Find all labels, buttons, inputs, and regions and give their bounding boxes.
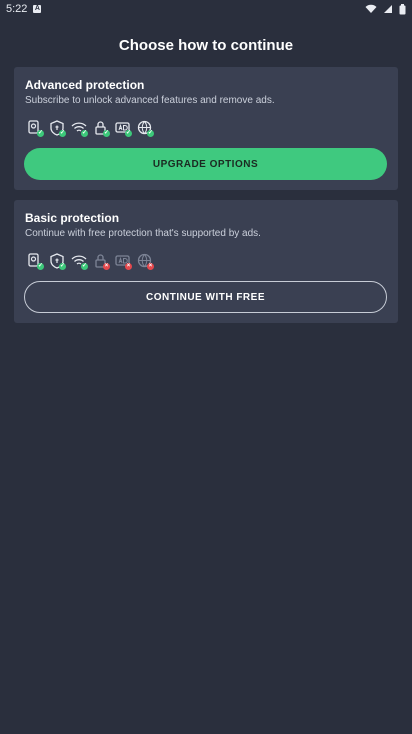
shield-icon: ✓ bbox=[48, 252, 66, 270]
disabled-x-icon: × bbox=[125, 263, 132, 270]
disabled-x-icon: × bbox=[103, 263, 110, 270]
status-time: 5:22 bbox=[6, 3, 28, 15]
enabled-check-icon: ✓ bbox=[103, 130, 110, 137]
enabled-check-icon: ✓ bbox=[147, 130, 154, 137]
basic-protection-title: Basic protection bbox=[25, 211, 120, 225]
web-shield-icon: × bbox=[136, 252, 154, 270]
page-title: Choose how to continue bbox=[118, 37, 294, 54]
basic-protection-card: Basic protection Continue with free prot… bbox=[14, 200, 398, 323]
app-icon: A bbox=[33, 5, 42, 13]
advanced-protection-card: Advanced protection Subscribe to unlock … bbox=[14, 67, 398, 190]
lock-icon: × bbox=[92, 252, 110, 270]
lock-icon: ✓ bbox=[92, 119, 110, 137]
enabled-check-icon: ✓ bbox=[125, 130, 132, 137]
wifi-security-icon: ✓ bbox=[70, 252, 88, 270]
wifi-icon bbox=[365, 4, 377, 13]
scan-icon: ✓ bbox=[26, 119, 44, 137]
upgrade-options-button[interactable]: UPGRADE OPTIONS bbox=[24, 148, 387, 180]
advanced-protection-title: Advanced protection bbox=[25, 78, 145, 92]
status-right bbox=[365, 3, 406, 15]
enabled-check-icon: ✓ bbox=[59, 263, 66, 270]
status-left: 5:22 A bbox=[6, 3, 42, 15]
status-bar: 5:22 A bbox=[0, 0, 412, 18]
enabled-check-icon: ✓ bbox=[59, 130, 66, 137]
battery-icon bbox=[399, 3, 406, 14]
ad-block-icon: × bbox=[114, 252, 132, 270]
basic-feature-row: ✓ ✓ ✓ × × × bbox=[26, 252, 154, 270]
web-shield-icon: ✓ bbox=[136, 119, 154, 137]
enabled-check-icon: ✓ bbox=[81, 263, 88, 270]
continue-with-free-button[interactable]: CONTINUE WITH FREE bbox=[24, 281, 387, 313]
enabled-check-icon: ✓ bbox=[37, 130, 44, 137]
shield-icon: ✓ bbox=[48, 119, 66, 137]
basic-protection-subtitle: Continue with free protection that's sup… bbox=[25, 228, 261, 239]
advanced-protection-subtitle: Subscribe to unlock advanced features an… bbox=[25, 95, 275, 106]
signal-icon bbox=[384, 5, 392, 13]
enabled-check-icon: ✓ bbox=[81, 130, 88, 137]
scan-icon: ✓ bbox=[26, 252, 44, 270]
advanced-feature-row: ✓ ✓ ✓ ✓ ✓ ✓ bbox=[26, 119, 154, 137]
ad-block-icon: ✓ bbox=[114, 119, 132, 137]
wifi-security-icon: ✓ bbox=[70, 119, 88, 137]
disabled-x-icon: × bbox=[147, 263, 154, 270]
enabled-check-icon: ✓ bbox=[37, 263, 44, 270]
